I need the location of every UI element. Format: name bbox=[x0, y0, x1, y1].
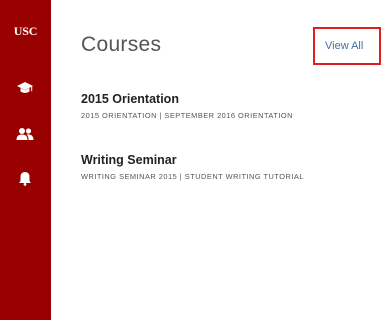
sidebar-item-courses[interactable] bbox=[12, 78, 38, 98]
view-all-link[interactable]: View All bbox=[313, 27, 381, 65]
sidebar: USC bbox=[0, 0, 51, 320]
app-page: USC Courses View All 2015 Orientation 20… bbox=[0, 0, 384, 320]
course-subtitle: WRITING SEMINAR 2015 | STUDENT WRITING T… bbox=[81, 172, 304, 181]
graduation-cap-icon bbox=[17, 81, 33, 95]
sidebar-item-people[interactable] bbox=[12, 124, 38, 144]
bell-icon bbox=[18, 171, 32, 186]
main-content: Courses View All 2015 Orientation 2015 O… bbox=[51, 0, 384, 320]
sidebar-item-notifications[interactable] bbox=[12, 168, 38, 188]
people-icon bbox=[16, 127, 34, 141]
course-name: 2015 Orientation bbox=[81, 92, 179, 106]
course-subtitle: 2015 ORIENTATION | SEPTEMBER 2016 ORIENT… bbox=[81, 111, 293, 120]
page-title: Courses bbox=[81, 33, 162, 56]
usc-logo[interactable]: USC bbox=[0, 24, 51, 39]
course-item[interactable]: 2015 Orientation 2015 ORIENTATION | SEPT… bbox=[81, 92, 381, 120]
course-item[interactable]: Writing Seminar WRITING SEMINAR 2015 | S… bbox=[81, 153, 381, 181]
course-name: Writing Seminar bbox=[81, 153, 177, 167]
